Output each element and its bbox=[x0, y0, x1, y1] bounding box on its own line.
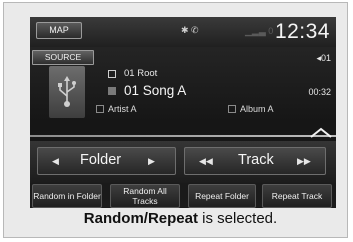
bluetooth-status-icon: ✱ ✆ bbox=[181, 25, 199, 35]
mode-button-row: Random in Folder Random All Tracks Repea… bbox=[30, 184, 336, 208]
audio-screen: MAP ✱ ✆ ▁▂▃ 0 12:34 SOURCE ◂01 01 Root 0… bbox=[30, 17, 336, 208]
elapsed-time: 00:32 bbox=[308, 87, 331, 97]
song-title: 01 Song A bbox=[124, 83, 187, 98]
caption-rest: is selected. bbox=[197, 210, 278, 227]
progress-line bbox=[30, 135, 336, 137]
folder-name: 01 Root bbox=[124, 68, 158, 79]
clock: 12:34 bbox=[274, 20, 330, 43]
skip-back-icon[interactable]: ◀◀ bbox=[199, 156, 213, 167]
repeat-track-button[interactable]: Repeat Track bbox=[262, 184, 332, 208]
folder-label: Folder bbox=[80, 152, 122, 168]
chevron-up-icon[interactable] bbox=[309, 126, 333, 138]
status-bar: MAP ✱ ✆ ▁▂▃ 0 12:34 bbox=[30, 17, 336, 47]
track-number: ◂01 bbox=[316, 53, 331, 63]
repeat-folder-button[interactable]: Repeat Folder bbox=[188, 184, 256, 208]
track-nav-button[interactable]: ◀◀ Track ▶▶ bbox=[184, 147, 326, 175]
figure-caption: Random/Repeat is selected. bbox=[4, 210, 353, 227]
skip-forward-icon[interactable]: ▶▶ bbox=[297, 156, 311, 167]
map-button[interactable]: MAP bbox=[36, 22, 82, 39]
music-note-icon bbox=[108, 87, 116, 95]
folder-nav-button[interactable]: ◀ Folder ▶ bbox=[37, 147, 176, 175]
album-name: Album A bbox=[240, 104, 274, 114]
random-in-folder-button[interactable]: Random in Folder bbox=[32, 184, 102, 208]
album-icon bbox=[228, 105, 236, 113]
figure-frame: MAP ✱ ✆ ▁▂▃ 0 12:34 SOURCE ◂01 01 Root 0… bbox=[3, 2, 348, 238]
track-label: Track bbox=[238, 152, 274, 168]
folder-previous-icon[interactable]: ◀ bbox=[52, 156, 59, 167]
caption-bold: Random/Repeat bbox=[83, 210, 198, 227]
artist-name: Artist A bbox=[108, 104, 137, 114]
signal-strength-icon: ▁▂▃ 0 bbox=[245, 26, 274, 36]
usb-icon bbox=[49, 66, 85, 118]
random-all-tracks-button[interactable]: Random All Tracks bbox=[110, 184, 180, 208]
source-button[interactable]: SOURCE bbox=[32, 50, 94, 65]
navigation-bar: ◀ Folder ▶ ◀◀ Track ▶▶ bbox=[30, 141, 336, 183]
folder-next-icon[interactable]: ▶ bbox=[148, 156, 155, 167]
folder-icon bbox=[108, 70, 116, 78]
artist-icon bbox=[96, 105, 104, 113]
